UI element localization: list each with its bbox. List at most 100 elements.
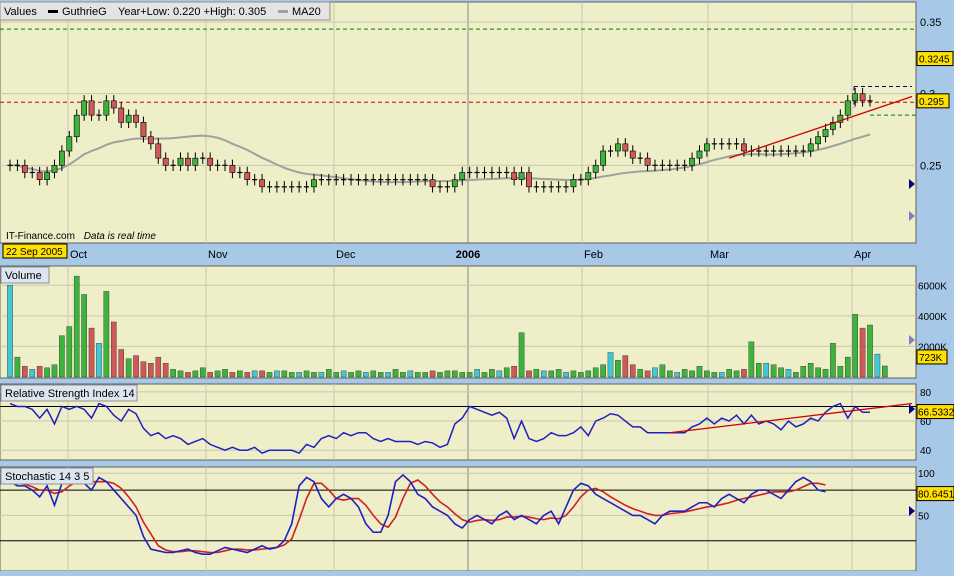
candle-body xyxy=(741,143,747,152)
volume-bar xyxy=(444,370,451,378)
volume-bar xyxy=(22,366,28,378)
price-tick-label: 0.25 xyxy=(920,160,941,172)
candle-body xyxy=(526,172,532,188)
candle-body xyxy=(844,100,851,116)
legend-range: Year+Low: 0.220 +High: 0.305 xyxy=(118,6,266,18)
volume-bar xyxy=(14,356,21,378)
x-tick-label: Feb xyxy=(584,249,603,261)
volume-bar xyxy=(600,364,606,378)
volume-bar xyxy=(110,321,117,378)
volume-bar xyxy=(578,372,584,378)
volume-bar xyxy=(659,364,666,378)
candle-body xyxy=(570,179,577,188)
candle-body xyxy=(58,150,65,166)
stochastic-badge-text: 80.6451 xyxy=(918,490,954,501)
volume-bar xyxy=(199,367,206,378)
volume-bar xyxy=(66,326,73,378)
volume-bar xyxy=(822,369,829,378)
volume-bar xyxy=(807,363,814,378)
candle-body xyxy=(118,107,125,123)
volume-bar xyxy=(377,372,384,378)
candle-body xyxy=(207,157,214,166)
volume-bar xyxy=(785,369,792,378)
legend-ma: MA20 xyxy=(292,6,321,18)
x-tick-label: Dec xyxy=(336,249,356,261)
volume-bar xyxy=(155,356,162,378)
volume-bar xyxy=(681,369,688,378)
volume-bar xyxy=(422,372,428,378)
volume-bar xyxy=(370,370,377,378)
candle-body xyxy=(696,150,703,159)
legend-values: Values xyxy=(4,6,37,18)
volume-bar xyxy=(533,369,540,378)
volume-bar xyxy=(385,372,391,378)
x-tick-label: Nov xyxy=(208,249,228,261)
volume-bar xyxy=(830,343,836,378)
volume-bar xyxy=(414,372,421,378)
volume-bar xyxy=(800,366,807,378)
candle-body xyxy=(192,157,199,166)
candle-body xyxy=(162,157,169,166)
volume-bar xyxy=(325,369,332,378)
candle-body xyxy=(859,93,866,102)
candle-body xyxy=(511,172,518,180)
volume-bar xyxy=(726,369,732,378)
volume-bar xyxy=(407,370,414,378)
volume-bar xyxy=(185,372,191,378)
volume-bar xyxy=(103,291,110,378)
candle-body xyxy=(807,143,814,152)
volume-bar xyxy=(303,370,310,378)
volume-bar xyxy=(644,370,651,378)
x-tick-label: Apr xyxy=(854,249,871,261)
candle-body xyxy=(429,179,436,188)
candle-body xyxy=(133,114,139,123)
volume-bar xyxy=(340,370,347,378)
candle-body xyxy=(110,100,117,109)
candle-body xyxy=(229,165,236,173)
volume-bar xyxy=(96,343,102,378)
volume-bar xyxy=(51,364,58,378)
candle-body xyxy=(177,157,184,166)
volume-bar xyxy=(874,353,881,378)
volume-bar xyxy=(652,367,658,378)
volume-bar xyxy=(496,370,503,378)
candle-body xyxy=(703,143,710,152)
volume-bar xyxy=(452,370,458,378)
volume-bar xyxy=(518,332,525,378)
volume-tick-label: 6000K xyxy=(918,281,947,292)
candle-body xyxy=(155,143,162,159)
volume-bar xyxy=(489,369,495,378)
rsi-badge-text: 66.5332 xyxy=(918,408,954,419)
candle-body xyxy=(311,179,317,188)
volume-bar xyxy=(229,372,236,378)
volume-bar xyxy=(348,372,354,378)
volume-bar xyxy=(466,372,473,378)
volume-bar xyxy=(570,370,577,378)
volume-bar xyxy=(563,372,569,378)
volume-bar xyxy=(585,370,592,378)
realtime-note: Data is real time xyxy=(84,231,157,242)
candle-body xyxy=(815,136,822,145)
rsi-tick-label: 40 xyxy=(920,446,932,457)
x-tick-label: Oct xyxy=(70,249,87,261)
candle-body xyxy=(81,100,88,116)
volume-bar xyxy=(400,372,406,378)
volume-bar xyxy=(882,365,888,378)
candle-body xyxy=(73,114,80,137)
volume-bar xyxy=(214,370,221,378)
candle-body xyxy=(244,172,251,180)
volume-bar xyxy=(59,335,65,378)
volume-bar xyxy=(503,367,510,378)
volume-bar xyxy=(540,370,547,378)
volume-bar xyxy=(867,324,873,378)
volume-bar xyxy=(837,366,844,378)
volume-bar xyxy=(844,356,851,378)
volume-bar xyxy=(244,372,251,378)
volume-bar xyxy=(667,370,673,378)
volume-bar xyxy=(296,372,302,378)
volume-bar xyxy=(555,369,562,378)
legend-ma-swatch xyxy=(278,10,288,13)
watermark-text: IT-Finance.com xyxy=(6,231,75,242)
volume-bar xyxy=(748,341,755,378)
volume-bar xyxy=(689,370,695,378)
